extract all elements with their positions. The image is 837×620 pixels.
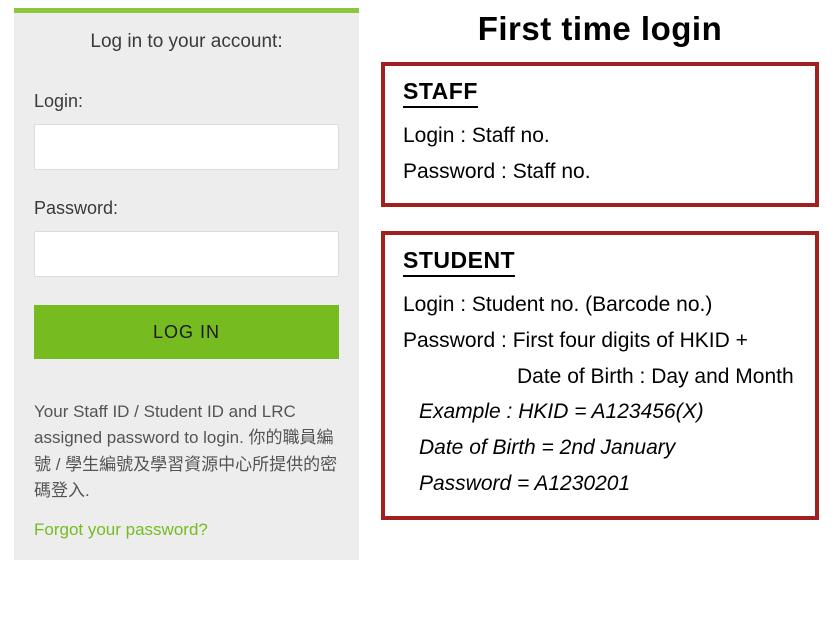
help-text: Your Staff ID / Student ID and LRC assig… [34,399,339,504]
info-panel: First time login STAFF Login : Staff no.… [359,0,837,620]
login-panel: Log in to your account: Login: Password:… [14,8,359,620]
staff-box: STAFF Login : Staff no. Password : Staff… [381,62,819,207]
student-example-dob: Date of Birth = 2nd January [403,430,797,466]
student-box: STUDENT Login : Student no. (Barcode no.… [381,231,819,519]
login-card: Log in to your account: Login: Password:… [14,13,359,560]
student-login-line: Login : Student no. (Barcode no.) [403,287,797,323]
student-password-label: Password : First four digits of HKID + [403,323,797,359]
password-label: Password: [34,198,339,219]
student-example-label: Example : HKID = A123456(X) [403,394,797,430]
student-password-detail: Date of Birth : Day and Month [403,359,797,395]
login-label: Login: [34,91,339,112]
staff-login-line: Login : Staff no. [403,118,797,154]
password-input[interactable] [34,231,339,277]
login-input[interactable] [34,124,339,170]
forgot-password-link[interactable]: Forgot your password? [34,520,208,540]
login-button[interactable]: LOG IN [34,305,339,359]
student-box-title: STUDENT [403,247,515,277]
student-example-pw: Password = A1230201 [403,466,797,502]
staff-password-line: Password : Staff no. [403,154,797,190]
info-heading: First time login [381,10,819,48]
staff-box-title: STAFF [403,78,478,108]
login-title: Log in to your account: [34,31,339,53]
